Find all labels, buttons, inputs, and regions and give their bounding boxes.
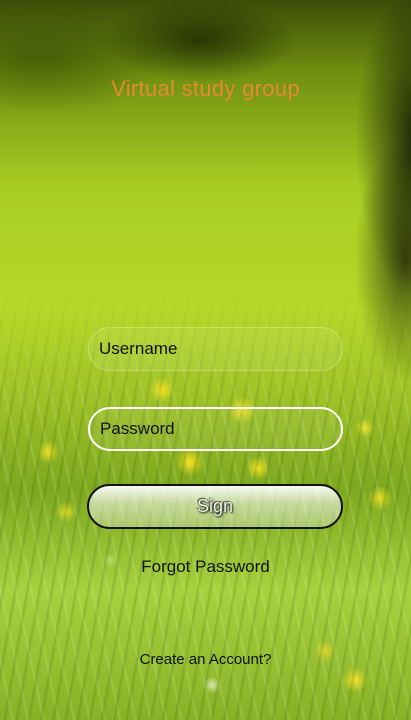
- app-title: Virtual study group: [111, 76, 300, 101]
- password-input[interactable]: [88, 407, 343, 451]
- login-screen: Virtual study group Sign Forgot Password…: [0, 0, 411, 720]
- username-input[interactable]: [88, 327, 343, 371]
- sign-button[interactable]: Sign: [87, 484, 343, 529]
- forgot-password-link[interactable]: Forgot Password: [0, 557, 411, 577]
- create-account-link[interactable]: Create an Account?: [0, 651, 411, 668]
